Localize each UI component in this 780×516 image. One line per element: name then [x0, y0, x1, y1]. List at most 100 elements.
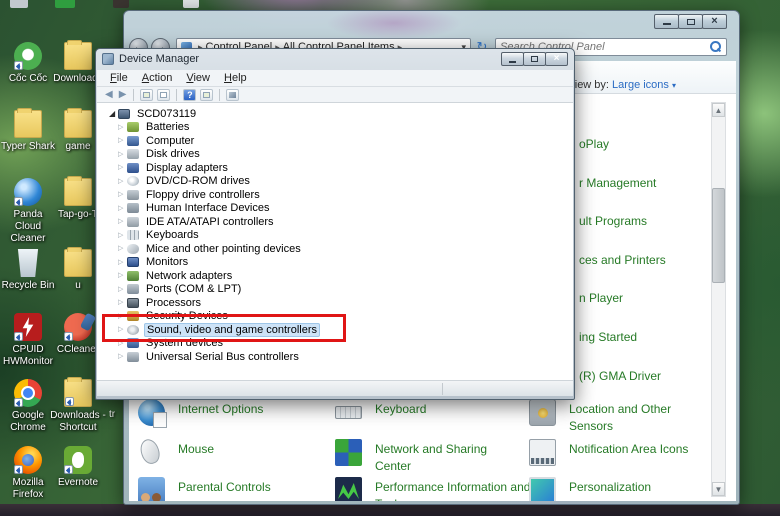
menu-action[interactable]: Action	[135, 71, 180, 85]
tree-item-ide-controllers[interactable]: ▷IDE ATA/ATAPI controllers	[97, 215, 573, 229]
expand-icon[interactable]: ▷	[118, 148, 127, 161]
tree-item-label: Human Interface Devices	[144, 202, 272, 214]
tree-item-display-adapters[interactable]: ▷Display adapters	[97, 161, 573, 175]
scroll-down-icon[interactable]: ▼	[712, 482, 725, 496]
ide-icon	[127, 217, 139, 227]
cp-item-fragment-gma-driver[interactable]: (R) GMA Driver	[579, 369, 661, 383]
expand-icon[interactable]: ▷	[118, 337, 127, 350]
maximize-button[interactable]	[678, 14, 703, 29]
expand-icon[interactable]: ▷	[118, 175, 127, 188]
desktop-icon-panda-cloud-cleaner[interactable]: Panda Cloud Cleaner	[0, 178, 56, 245]
collapse-icon[interactable]: ◢	[109, 107, 118, 120]
tree-root-computer[interactable]: ◢ SCD073119	[97, 107, 573, 121]
expand-icon[interactable]: ▷	[118, 269, 127, 282]
cp-item-label: Location and Other Sensors	[569, 401, 689, 435]
tree-item-processors[interactable]: ▷ Processors	[97, 296, 573, 310]
tree-item-label: Keyboards	[144, 229, 201, 241]
globe-icon	[138, 399, 165, 426]
help-icon[interactable]: ?	[183, 89, 196, 101]
cp-item-fragment-getting-started[interactable]: ing Started	[579, 330, 637, 344]
desktop-icon-google-chrome[interactable]: Google Chrome	[0, 379, 56, 434]
menu-file[interactable]: File	[103, 71, 135, 85]
expand-icon[interactable]: ▷	[118, 229, 127, 242]
cp-item-fragment-player[interactable]: n Player	[579, 291, 623, 305]
tree-item-label: System devices	[144, 337, 225, 349]
tree-item-monitors[interactable]: ▷Monitors	[97, 256, 573, 270]
shortcut-arrow-icon	[14, 465, 23, 474]
scan-hardware-changes-icon[interactable]	[226, 89, 239, 101]
expand-icon[interactable]: ▷	[118, 350, 127, 363]
minimize-button[interactable]	[654, 14, 679, 29]
icon-label: Typer Shark	[0, 141, 56, 153]
back-icon[interactable]: ◀	[102, 88, 116, 102]
tree-item-sound-video-game[interactable]: ▷Sound, video and game controllers	[97, 323, 573, 337]
network-adapter-icon	[127, 271, 139, 281]
export-icon[interactable]	[200, 89, 213, 101]
title-bar[interactable]: Device Manager ×	[96, 49, 574, 69]
tree-item-label: Computer	[144, 135, 196, 147]
cp-item-label: Personalization	[569, 479, 699, 496]
battery-icon	[127, 122, 139, 132]
tree-item-network-adapters[interactable]: ▷Network adapters	[97, 269, 573, 283]
maximize-button[interactable]	[523, 52, 546, 66]
tree-item-label: Processors	[144, 297, 203, 309]
tree-item-security-devices[interactable]: ▷Security Devices	[97, 310, 573, 324]
cp-item-fragment-color-management[interactable]: r Management	[579, 176, 656, 190]
desktop-icon-evernote[interactable]: Evernote	[50, 446, 106, 489]
coccoc-browser-icon	[14, 42, 42, 70]
tree-item-hid[interactable]: ▷ Human Interface Devices	[97, 202, 573, 216]
chevron-down-icon[interactable]: ▾	[672, 81, 676, 90]
expand-icon[interactable]: ▷	[118, 215, 127, 228]
forward-icon[interactable]: ▶	[116, 88, 130, 102]
cp-item-fragment-default-programs[interactable]: ult Programs	[579, 214, 647, 228]
hwmonitor-icon	[14, 313, 42, 341]
tree-item-usb-controllers[interactable]: ▷Universal Serial Bus controllers	[97, 350, 573, 364]
expand-icon[interactable]: ▷	[118, 242, 127, 255]
cp-item-fragment-devices-printers[interactable]: ces and Printers	[579, 253, 666, 267]
tree-item-computer[interactable]: ▷ Computer	[97, 134, 573, 148]
close-button[interactable]: ×	[702, 14, 727, 29]
cp-item-fragment-autoplay[interactable]: oPlay	[579, 137, 609, 151]
tree-item-label: Disk drives	[144, 148, 202, 160]
vertical-scrollbar[interactable]: ▲ ▼	[711, 102, 726, 497]
system-device-icon	[127, 338, 139, 348]
icon-label: CPUID HWMonitor	[0, 344, 56, 368]
properties-icon[interactable]	[157, 89, 170, 101]
expand-icon[interactable]: ▷	[118, 323, 127, 336]
tree-item-label: Batteries	[144, 121, 191, 133]
tree-item-batteries[interactable]: ▷ Batteries	[97, 121, 573, 135]
shortcut-arrow-icon	[64, 332, 73, 341]
tree-item-floppy-controllers[interactable]: ▷Floppy drive controllers	[97, 188, 573, 202]
expand-icon[interactable]: ▷	[118, 202, 127, 215]
menu-help[interactable]: Help	[217, 71, 254, 85]
scrollbar-thumb[interactable]	[712, 188, 725, 283]
desktop-icon-recycle-bin[interactable]: Recycle Bin	[0, 249, 56, 292]
toolbar-separator	[176, 89, 177, 101]
toolbar-separator	[133, 89, 134, 101]
expand-icon[interactable]: ▷	[118, 256, 127, 269]
close-button[interactable]: ×	[545, 52, 568, 66]
expand-icon[interactable]: ▷	[118, 283, 127, 296]
tree-item-keyboards[interactable]: ▷ Keyboards	[97, 229, 573, 243]
menu-view[interactable]: View	[179, 71, 217, 85]
expand-icon[interactable]: ▷	[118, 134, 127, 147]
desktop-icon-coccoc[interactable]: Cốc Cốc	[0, 42, 56, 85]
tree-item-mice[interactable]: ▷Mice and other pointing devices	[97, 242, 573, 256]
tree-item-dvd-cdrom[interactable]: ▷DVD/CD-ROM drives	[97, 175, 573, 189]
scroll-up-icon[interactable]: ▲	[712, 103, 725, 117]
desktop-icon-cpuid-hwmonitor[interactable]: CPUID HWMonitor	[0, 313, 56, 368]
expand-icon[interactable]: ▷	[118, 188, 127, 201]
minimize-button[interactable]	[501, 52, 524, 66]
expand-icon[interactable]: ▷	[118, 121, 127, 134]
desktop-icon-mozilla-firefox[interactable]: Mozilla Firefox	[0, 446, 56, 501]
expand-icon[interactable]: ▷	[118, 161, 127, 174]
search-icon[interactable]	[708, 40, 722, 54]
view-by-value[interactable]: Large icons	[612, 79, 669, 91]
tree-item-system-devices[interactable]: ▷ System devices	[97, 337, 573, 351]
show-console-tree-icon[interactable]	[140, 89, 153, 101]
expand-icon[interactable]: ▷	[118, 296, 127, 309]
desktop-icon-typer-shark[interactable]: Typer Shark	[0, 110, 56, 153]
tree-item-disk-drives[interactable]: ▷ Disk drives	[97, 148, 573, 162]
tree-item-ports[interactable]: ▷Ports (COM & LPT)	[97, 283, 573, 297]
expand-icon[interactable]: ▷	[118, 310, 127, 323]
